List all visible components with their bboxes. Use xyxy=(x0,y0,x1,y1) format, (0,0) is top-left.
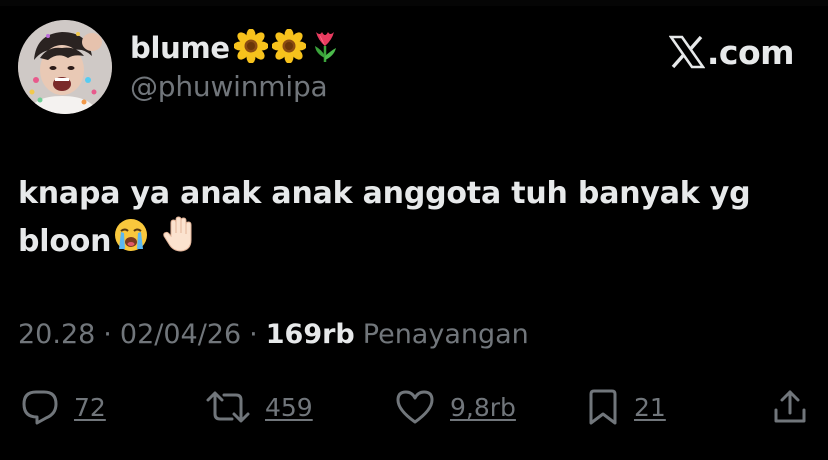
tweet-card: blume @phuwinmipa .com knapa ya anak ana… xyxy=(0,0,828,460)
bookmark-count[interactable]: 21 xyxy=(634,393,666,422)
raised-hand-emoji-icon xyxy=(161,215,197,269)
tweet-line-2: bloon xyxy=(18,215,808,269)
tweet-actions: 72 459 9,8rb 21 xyxy=(0,385,828,429)
like-button[interactable]: 9,8rb xyxy=(394,385,516,429)
heart-icon xyxy=(394,388,436,426)
tulip-emoji-icon xyxy=(310,28,340,68)
tweet-line-1: knapa ya anak anak anggota tuh banyak yg xyxy=(18,176,751,211)
meta-separator: · xyxy=(103,318,112,350)
reply-count[interactable]: 72 xyxy=(74,393,106,422)
brand-domain: .com xyxy=(706,32,795,72)
reply-button[interactable]: 72 xyxy=(20,385,106,429)
x-logo-icon xyxy=(668,35,705,69)
views-label: Penayangan xyxy=(362,318,529,350)
meta-separator: · xyxy=(249,318,258,350)
tweet-text: knapa ya anak anak anggota tuh banyak yg… xyxy=(18,170,808,266)
tweet-time[interactable]: 20.28 xyxy=(18,319,95,350)
share-button[interactable] xyxy=(772,385,808,429)
tweet-date[interactable]: 02/04/26 xyxy=(120,319,241,350)
loudly-crying-face-emoji-icon xyxy=(113,217,149,268)
reply-icon xyxy=(20,388,60,426)
tweet-line-2-text: bloon xyxy=(18,224,112,259)
author-display-name[interactable]: blume xyxy=(130,31,230,65)
bookmark-button[interactable]: 21 xyxy=(586,385,666,429)
bookmark-icon xyxy=(586,388,620,426)
retweet-icon xyxy=(205,388,251,426)
avatar-photo xyxy=(18,20,112,114)
like-count[interactable]: 9,8rb xyxy=(450,393,516,422)
author-handle[interactable]: @phuwinmipa xyxy=(130,70,328,103)
tweet-meta: 20.28 · 02/04/26 · 169rb Penayangan xyxy=(18,314,529,354)
retweet-count[interactable]: 459 xyxy=(265,393,313,422)
author-name-row[interactable]: blume xyxy=(130,28,340,68)
views-count: 169rb xyxy=(265,318,355,350)
avatar[interactable] xyxy=(18,20,112,114)
sunflower-emoji-icon xyxy=(233,28,269,67)
top-edge xyxy=(0,0,828,6)
retweet-button[interactable]: 459 xyxy=(205,385,313,429)
share-icon xyxy=(772,388,808,426)
brand-watermark: .com xyxy=(668,32,795,72)
sunflower-emoji-icon xyxy=(271,28,307,67)
